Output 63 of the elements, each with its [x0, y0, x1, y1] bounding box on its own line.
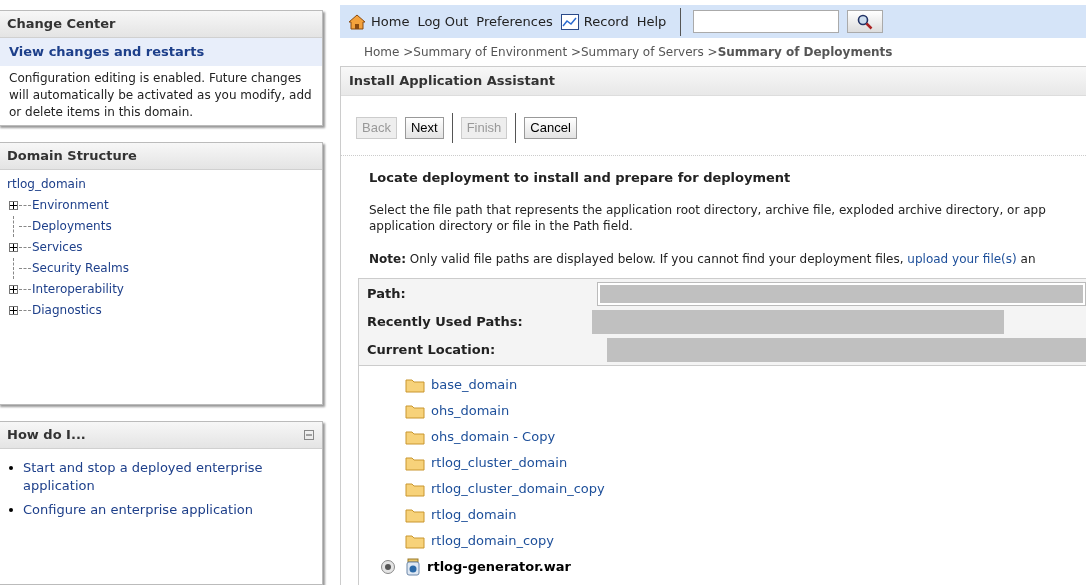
toolbar-link[interactable]: Help: [636, 11, 667, 32]
expand-icon[interactable]: [9, 284, 18, 294]
expand-icon[interactable]: [9, 305, 18, 315]
help-link[interactable]: Configure an enterprise application: [23, 501, 253, 520]
tree-item-link[interactable]: Services: [32, 238, 83, 256]
upload-link[interactable]: upload your file(s): [907, 251, 1017, 266]
folder-icon: [405, 454, 425, 471]
folder-link[interactable]: ohs_domain: [431, 400, 510, 421]
folder-link[interactable]: rtlog_cluster_domain: [431, 452, 568, 473]
panel-title: Domain Structure: [7, 146, 137, 165]
section-heading: Locate deployment to install and prepare for deployment: [369, 169, 792, 187]
search-button[interactable]: [847, 10, 884, 33]
panel-title: Install Application Assistant: [349, 72, 555, 91]
toolbar-link[interactable]: Preferences: [476, 11, 553, 32]
description-line: Select the file path that represents the application root directory, archive file, exploded archive directory, or app: [369, 201, 1046, 218]
radio-button[interactable]: [381, 559, 395, 574]
expand-icon[interactable]: [9, 242, 18, 252]
bullet-icon: [9, 466, 13, 471]
jar-icon: [405, 557, 421, 576]
field-label: Recently Used Paths:: [367, 312, 524, 331]
search-field[interactable]: [693, 10, 840, 33]
folder-icon: [405, 376, 425, 393]
chart-icon: [560, 13, 579, 30]
toolbar-link[interactable]: Home: [371, 11, 410, 32]
redacted-path-field[interactable]: [597, 281, 1086, 306]
wizard-button[interactable]: Next: [404, 117, 444, 139]
file-name: rtlog-generator.war: [427, 557, 571, 576]
description-line: application directory or file in the Path field.: [369, 217, 633, 234]
folder-icon: [405, 428, 425, 445]
folder-icon: [405, 480, 425, 497]
status-message: Configuration editing is enabled. Future changes will automatically be activated as you modify, add or delete items in this domain.: [8, 69, 313, 121]
folder-link[interactable]: rtlog_domain_copy: [431, 530, 554, 551]
panel-title: How do I...: [7, 426, 87, 445]
note-text: Note: Only valid file paths are displayed below. If you cannot find your deployment files, upload your file(s) an: [369, 250, 1037, 268]
folder-link[interactable]: base_domain: [431, 374, 518, 395]
collapse-icon[interactable]: [304, 430, 314, 441]
tree-root-link[interactable]: rtlog_domain: [7, 176, 86, 191]
folder-icon: [405, 402, 425, 419]
bullet-icon: [9, 508, 13, 513]
panel-title: Change Center: [7, 15, 116, 34]
tree-item-link[interactable]: Diagnostics: [32, 301, 102, 319]
home-icon: [348, 13, 366, 30]
field-label: Path:: [367, 284, 407, 303]
search-icon: [857, 13, 874, 30]
tree-item-link[interactable]: Interoperability: [32, 280, 124, 298]
tree-item-link[interactable]: Deployments: [32, 217, 112, 235]
breadcrumb-link[interactable]: Home >: [364, 43, 414, 61]
breadcrumb-link[interactable]: Summary of Servers >: [581, 43, 718, 61]
folder-link[interactable]: rtlog_domain: [431, 504, 517, 525]
breadcrumb-current: Summary of Deployments: [717, 44, 893, 61]
tree-item-link[interactable]: Security Realms: [32, 259, 129, 277]
tree-item-link[interactable]: Environment: [32, 196, 109, 214]
breadcrumb-link[interactable]: Summary of Environment >: [413, 43, 581, 61]
toolbar-link[interactable]: Record: [583, 11, 629, 32]
help-link[interactable]: Start and stop a deployed enterprise application: [23, 459, 302, 496]
folder-icon: [405, 506, 425, 523]
folder-icon: [405, 532, 425, 549]
folder-link[interactable]: rtlog_cluster_domain_copy: [431, 478, 605, 499]
expand-icon[interactable]: [9, 200, 18, 210]
wizard-button[interactable]: Cancel: [524, 117, 577, 139]
toolbar-link[interactable]: Log Out: [417, 11, 469, 32]
folder-link[interactable]: ohs_domain - Copy: [431, 426, 556, 447]
field-label: Current Location:: [367, 340, 497, 359]
